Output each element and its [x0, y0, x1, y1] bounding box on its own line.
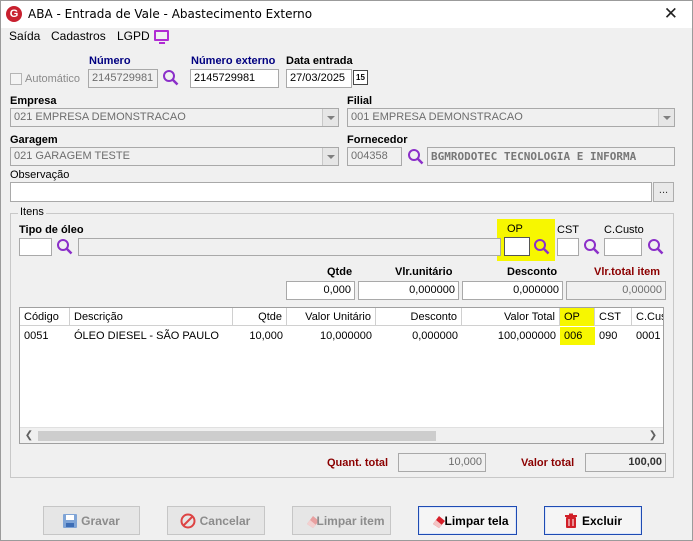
filial-select[interactable]: 001 EMPRESA DEMONSTRACAO [347, 108, 675, 127]
itens-group-label: Itens [18, 206, 46, 218]
valor-total-label: Valor total [521, 457, 575, 469]
limpar-item-button[interactable]: Limpar item [292, 506, 391, 535]
desconto-label: Desconto [507, 266, 558, 278]
app-logo-icon: G [6, 6, 22, 22]
desconto-field[interactable]: 0,000000 [462, 281, 563, 300]
numero-search-icon[interactable] [162, 69, 179, 86]
chevron-down-icon[interactable] [322, 109, 338, 126]
gravar-button[interactable]: Gravar [43, 506, 140, 535]
menu-lgpd[interactable]: LGPD [117, 29, 150, 43]
cell-descricao: ÓLEO DIESEL - SÃO PAULO [74, 330, 219, 342]
excluir-label: Excluir [581, 514, 623, 528]
cst-field[interactable] [557, 238, 579, 256]
empresa-label: Empresa [10, 95, 57, 107]
menu-bar: Saída Cadastros LGPD [1, 28, 692, 46]
cell-op: 006 [560, 327, 595, 345]
numero-field[interactable]: 2145729981 [88, 69, 158, 88]
op-field[interactable] [504, 237, 530, 256]
data-entrada-field[interactable]: 27/03/2025 [286, 69, 352, 88]
monitor-icon[interactable] [154, 30, 169, 44]
ccusto-field[interactable] [604, 238, 642, 256]
cell-valor-total: 100,000000 [497, 330, 556, 342]
cancelar-label: Cancelar [199, 514, 251, 528]
fornecedor-name-field: BGMRODOTEC TECNOLOGIA E INFORMA [427, 147, 675, 166]
cell-desconto: 0,000000 [412, 330, 458, 342]
cst-search-icon[interactable] [583, 238, 600, 255]
fornecedor-label: Fornecedor [347, 134, 408, 146]
ccusto-label: C.Custo [604, 224, 644, 236]
automatico-checkbox[interactable] [10, 73, 22, 85]
title-bar: G ABA - Entrada de Vale - Abastecimento … [1, 1, 692, 28]
menu-saida[interactable]: Saída [9, 29, 40, 43]
numero-externo-label: Número externo [191, 55, 276, 67]
gravar-label: Gravar [81, 514, 120, 528]
col-op[interactable]: OP [560, 308, 595, 326]
horizontal-scrollbar[interactable]: ❮ ❯ [20, 427, 663, 443]
limpar-tela-label: Limpar tela [444, 514, 509, 528]
tipo-oleo-label: Tipo de óleo [19, 224, 84, 236]
numero-externo-field[interactable]: 2145729981 [190, 69, 279, 88]
col-desconto[interactable]: Desconto [376, 308, 462, 326]
observacao-field[interactable] [10, 182, 652, 202]
chevron-down-icon[interactable] [322, 148, 338, 165]
vlr-total-item-label: Vlr.total item [594, 266, 661, 278]
col-valor-total[interactable]: Valor Total [462, 308, 560, 326]
fornecedor-code-field[interactable]: 004358 [347, 147, 402, 166]
vlr-unitario-field[interactable]: 0,000000 [358, 281, 459, 300]
qtde-field[interactable]: 0,000 [286, 281, 355, 300]
limpar-tela-button[interactable]: Limpar tela [418, 506, 517, 535]
automatico-label: Automático [25, 73, 81, 85]
col-descricao[interactable]: Descrição [70, 308, 233, 326]
scrollbar-thumb[interactable] [38, 431, 436, 441]
scroll-left-icon[interactable]: ❮ [23, 430, 35, 442]
tipo-oleo-description-field [78, 238, 501, 256]
col-qtde[interactable]: Qtde [233, 308, 287, 326]
menu-cadastros[interactable]: Cadastros [51, 29, 106, 43]
data-entrada-label: Data entrada [286, 55, 353, 67]
scroll-right-icon[interactable]: ❯ [647, 430, 659, 442]
filial-label: Filial [347, 95, 373, 107]
garagem-select[interactable]: 021 GARAGEM TESTE [10, 147, 339, 166]
ccusto-search-icon[interactable] [647, 238, 664, 255]
cell-ccusto: 0001 [636, 330, 661, 342]
garagem-value: 021 GARAGEM TESTE [14, 150, 130, 162]
tipo-oleo-search-icon[interactable] [56, 238, 73, 255]
cell-qtde: 10,000 [249, 330, 283, 342]
empresa-select[interactable]: 021 EMPRESA DEMONSTRACAO [10, 108, 339, 127]
cell-valor-unitario: 10,000000 [320, 330, 372, 342]
numero-label: Número [89, 55, 131, 67]
cell-cst: 090 [599, 330, 618, 342]
cancelar-button[interactable]: Cancelar [167, 506, 265, 535]
calendar-icon[interactable]: 15 [353, 70, 368, 85]
vlr-total-item-field: 0,00000 [566, 281, 666, 300]
qtde-label: Qtde [327, 266, 353, 278]
garagem-label: Garagem [10, 134, 58, 146]
col-valor-unitario[interactable]: Valor Unitário [287, 308, 376, 326]
chevron-down-icon[interactable] [658, 109, 674, 126]
col-cst[interactable]: CST [595, 308, 632, 326]
grid-header: Código Descrição Qtde Valor Unitário Des… [20, 308, 663, 326]
excluir-button[interactable]: Excluir [544, 506, 642, 535]
op-label: OP [507, 223, 523, 235]
main-window: G ABA - Entrada de Vale - Abastecimento … [0, 0, 693, 541]
items-grid[interactable]: Código Descrição Qtde Valor Unitário Des… [19, 307, 664, 444]
cst-label: CST [557, 224, 579, 236]
close-window-button[interactable]: ✕ [664, 4, 678, 24]
observacao-ellipsis-button[interactable]: ... [653, 182, 674, 202]
empresa-value: 021 EMPRESA DEMONSTRACAO [14, 111, 186, 123]
valor-total-field: 100,00 [585, 453, 666, 472]
col-codigo[interactable]: Código [20, 308, 70, 326]
vlr-unitario-label: Vlr.unitário [395, 266, 453, 278]
window-title: ABA - Entrada de Vale - Abastecimento Ex… [28, 7, 313, 21]
filial-value: 001 EMPRESA DEMONSTRACAO [351, 111, 523, 123]
op-search-icon[interactable] [533, 238, 550, 255]
cell-codigo: 0051 [24, 330, 49, 342]
fornecedor-search-icon[interactable] [407, 148, 424, 165]
tipo-oleo-code-field[interactable] [19, 238, 52, 256]
col-ccusto[interactable]: C.Cus [632, 308, 663, 326]
observacao-label: Observação [10, 169, 70, 181]
limpar-item-label: Limpar item [316, 514, 385, 528]
quant-total-field: 10,000 [398, 453, 486, 472]
quant-total-label: Quant. total [327, 457, 389, 469]
